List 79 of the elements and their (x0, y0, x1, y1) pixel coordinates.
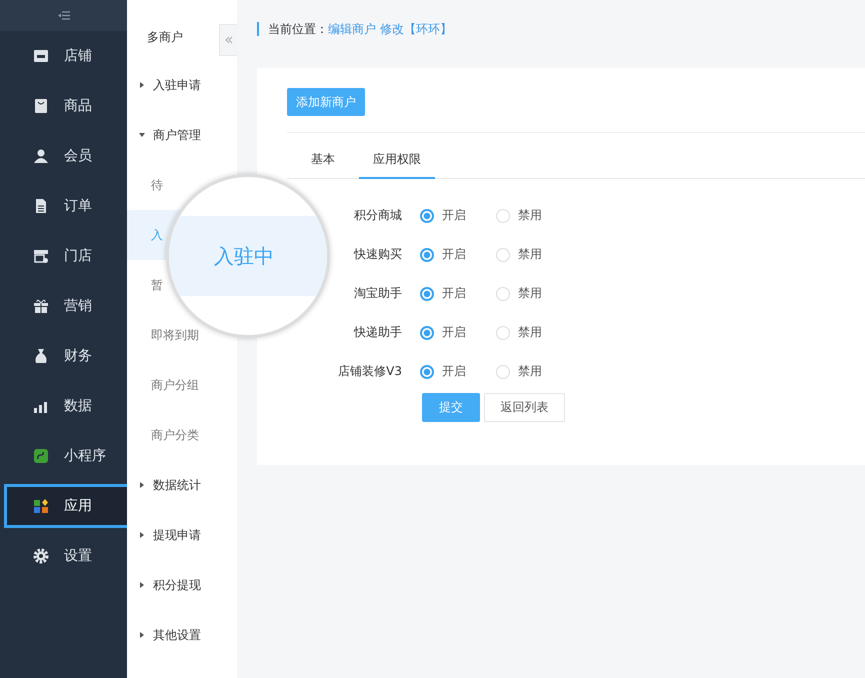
gift-icon (33, 298, 49, 314)
caret-icon (139, 132, 145, 138)
caret-icon (139, 532, 145, 538)
sidebar-label: 营销 (64, 297, 92, 315)
sidebar-item[interactable]: 财务 (0, 331, 127, 381)
caret-icon (139, 632, 145, 638)
radio-label: 禁用 (518, 324, 542, 341)
radio-button[interactable] (420, 286, 434, 300)
document-icon (33, 198, 49, 214)
sidebar-label: 应用 (64, 497, 92, 515)
group-label: 积分提现 (153, 576, 201, 594)
submenu-item[interactable]: 商户分组 (127, 360, 237, 410)
back-button[interactable]: 返回列表 (484, 393, 565, 422)
radio-label: 开启 (442, 246, 466, 263)
radio-button[interactable] (420, 364, 434, 378)
sidebar-item[interactable]: 小程序 (0, 431, 127, 481)
sidebar-item[interactable]: 营销 (0, 281, 127, 331)
sidebar-item[interactable]: 订单 (0, 181, 127, 231)
sidebar-label: 小程序 (64, 447, 106, 465)
sidebar-item[interactable]: 商品 (0, 81, 127, 131)
radio-label: 禁用 (518, 207, 542, 224)
submenu-item[interactable]: 商户分类 (127, 410, 237, 460)
caret-icon (139, 82, 145, 88)
shop-icon (33, 248, 49, 264)
menu-collapse-icon (58, 11, 70, 20)
user-icon (33, 148, 49, 164)
sidebar-label: 数据 (64, 397, 92, 415)
submenu-group[interactable]: 积分提现 (127, 560, 237, 610)
collapse-bar[interactable] (0, 0, 127, 31)
radio-label: 禁用 (518, 246, 542, 263)
sidebar-label: 商品 (64, 97, 92, 115)
sidebar-item[interactable]: 数据 (0, 381, 127, 431)
field-label: 快速购买 (352, 246, 403, 263)
group-label: 入驻申请 (153, 76, 201, 94)
sidebar-label: 会员 (64, 147, 92, 165)
radio-label: 禁用 (518, 285, 542, 302)
group-label: 商户管理 (153, 126, 201, 144)
submenu-group[interactable]: 商户管理 (127, 110, 237, 160)
radio-label: 开启 (442, 324, 466, 341)
bag-icon (33, 98, 49, 114)
radio-label: 开启 (442, 207, 466, 224)
sidebar-label: 设置 (64, 547, 92, 565)
sidebar-label: 订单 (64, 197, 92, 215)
double-chevron-icon (224, 36, 232, 44)
radio-button[interactable] (420, 248, 434, 262)
mini-program-icon (33, 448, 49, 464)
magnified-text: 入驻中 (169, 216, 327, 296)
sidebar-item[interactable]: 会员 (0, 131, 127, 181)
radio-label: 开启 (442, 363, 466, 380)
sidebar-item[interactable]: 店铺 (0, 31, 127, 81)
apps-icon (33, 498, 49, 514)
caret-icon (139, 582, 145, 588)
radio-label: 禁用 (518, 363, 542, 380)
submenu-group[interactable]: 入驻申请 (127, 60, 237, 110)
gear-icon (33, 548, 49, 564)
breadcrumb-label: 当前位置： (268, 20, 328, 38)
collapse-button[interactable] (219, 24, 237, 56)
sidebar-item[interactable]: 门店 (0, 231, 127, 281)
money-bag-icon (33, 348, 49, 364)
submenu-group[interactable]: 其他设置 (127, 610, 237, 660)
field-label: 快递助手 (352, 324, 403, 341)
group-label: 数据统计 (153, 476, 201, 494)
field-label: 店铺装修V3 (337, 363, 403, 380)
sidebar-item[interactable]: 设置 (0, 531, 127, 581)
radio-button[interactable] (420, 208, 434, 222)
group-label: 其他设置 (153, 626, 201, 644)
store-icon (33, 48, 49, 64)
sidebar-label: 门店 (64, 247, 92, 265)
tab[interactable]: 应用权限 (359, 151, 435, 179)
group-label: 提现申请 (153, 526, 201, 544)
caret-icon (139, 482, 145, 488)
radio-button[interactable] (420, 326, 434, 340)
tab[interactable]: 基本 (297, 151, 349, 178)
sidebar-label: 财务 (64, 347, 92, 365)
sidebar-label: 店铺 (64, 47, 92, 65)
field-label: 积分商城 (353, 207, 403, 224)
submenu-title: 多商户 (146, 29, 184, 46)
field-label: 淘宝助手 (353, 285, 403, 302)
radio-label: 开启 (442, 285, 466, 302)
